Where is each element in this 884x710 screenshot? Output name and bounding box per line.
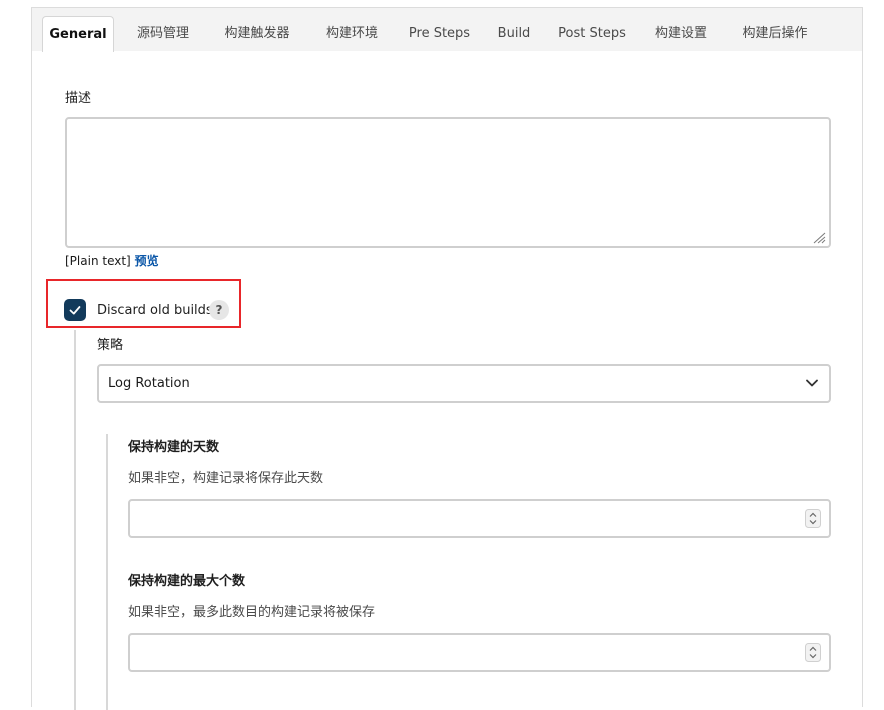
section-indent-line bbox=[74, 330, 76, 710]
config-panel: General 源码管理 构建触发器 构建环境 Pre Steps Build … bbox=[31, 7, 863, 710]
strategy-label: 策略 bbox=[97, 338, 124, 353]
tab-post-steps[interactable]: Post Steps bbox=[552, 16, 632, 51]
preview-link[interactable]: 预览 bbox=[135, 254, 159, 268]
discard-old-builds-label[interactable]: Discard old builds bbox=[97, 303, 213, 318]
tab-build-environment[interactable]: 构建环境 bbox=[315, 16, 389, 51]
spinner-arrows-icon[interactable] bbox=[805, 643, 821, 662]
description-format: [Plain text] 预览 bbox=[65, 252, 159, 269]
days-to-keep-input[interactable] bbox=[128, 499, 831, 538]
tab-build[interactable]: Build bbox=[489, 16, 539, 51]
description-label: 描述 bbox=[65, 91, 92, 106]
resize-grip-icon[interactable] bbox=[812, 232, 826, 244]
checkmark-icon bbox=[69, 306, 81, 315]
strategy-selected-value: Log Rotation bbox=[108, 376, 190, 391]
subsection-indent-line bbox=[106, 434, 108, 710]
description-textarea[interactable] bbox=[65, 117, 831, 248]
help-icon[interactable]: ? bbox=[209, 300, 229, 320]
chevron-down-icon bbox=[806, 379, 818, 387]
section-tab-bar: General 源码管理 构建触发器 构建环境 Pre Steps Build … bbox=[32, 8, 862, 52]
tab-build-settings[interactable]: 构建设置 bbox=[645, 16, 717, 51]
tab-post-build-actions[interactable]: 构建后操作 bbox=[732, 16, 818, 51]
tab-build-triggers[interactable]: 构建触发器 bbox=[214, 16, 300, 51]
max-to-keep-input[interactable] bbox=[128, 633, 831, 672]
format-label: [Plain text] bbox=[65, 254, 131, 268]
days-to-keep-label: 保持构建的天数 bbox=[128, 440, 220, 455]
days-to-keep-help: 如果非空，构建记录将保存此天数 bbox=[128, 471, 324, 486]
tab-source-control[interactable]: 源码管理 bbox=[127, 16, 199, 51]
strategy-select[interactable]: Log Rotation bbox=[97, 364, 831, 403]
tab-general[interactable]: General bbox=[42, 16, 114, 52]
max-to-keep-label: 保持构建的最大个数 bbox=[128, 574, 246, 589]
discard-old-builds-checkbox[interactable] bbox=[64, 299, 86, 321]
spinner-arrows-icon[interactable] bbox=[805, 509, 821, 528]
tab-pre-steps[interactable]: Pre Steps bbox=[403, 16, 476, 51]
max-to-keep-help: 如果非空，最多此数目的构建记录将被保存 bbox=[128, 605, 376, 620]
